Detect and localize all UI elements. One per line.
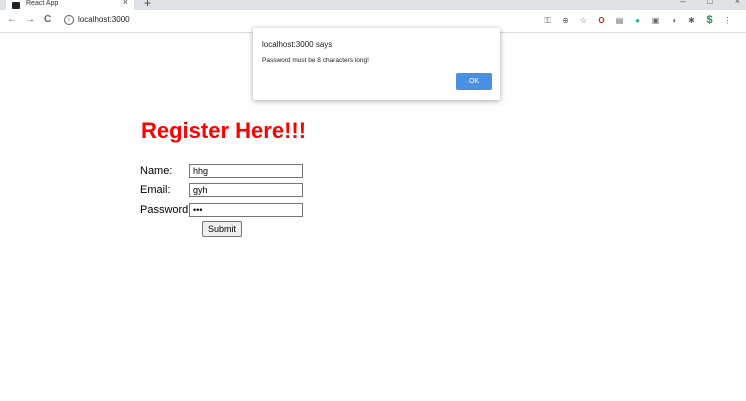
tab-strip: React App × + – □ × [0,0,746,10]
minimize-button[interactable]: – [680,0,685,6]
grammarly-icon[interactable]: ● [633,16,642,25]
reload-button[interactable]: C [44,14,51,25]
react-favicon-icon [12,1,20,9]
alert-dialog: localhost:3000 says Password must be 8 c… [253,28,500,100]
alert-title: localhost:3000 says [262,40,333,49]
opera-extension-icon[interactable]: O [597,16,606,25]
site-info-icon[interactable]: i [64,15,74,25]
key-icon[interactable]: ⚿ [543,16,552,25]
extensions-puzzle-icon[interactable]: ✱ [687,16,696,25]
window-controls: – □ × [680,0,740,6]
tab-title: React App [26,0,59,7]
name-label: Name: [140,165,173,177]
name-input[interactable] [189,164,303,178]
browser-menu-icon[interactable]: ⋮ [723,16,732,25]
password-label: Password: [140,204,192,216]
tab-close-button[interactable]: × [123,0,128,7]
reader-extension-icon[interactable]: ▤ [615,16,624,25]
alert-ok-button[interactable]: OK [456,73,492,90]
forward-button[interactable]: → [25,14,35,25]
extension-icons: ⚿ ⊕ ☆ O ▤ ● ▣ ◑ ✱ $ ⋮ [543,15,732,26]
close-window-button[interactable]: × [735,0,740,6]
zoom-icon[interactable]: ⊕ [561,16,570,25]
maximize-button[interactable]: □ [707,0,712,6]
dark-mode-extension-icon[interactable]: ◑ [669,16,678,25]
page-title: Register Here!!! [141,118,307,143]
browser-tab[interactable]: React App × [6,0,134,10]
new-tab-button[interactable]: + [144,0,151,10]
bookmark-star-icon[interactable]: ☆ [579,16,588,25]
screenshot-extension-icon[interactable]: ▣ [651,16,660,25]
password-input[interactable] [189,203,303,217]
submit-button[interactable]: Submit [202,221,242,237]
email-label: Email: [140,184,171,196]
back-button[interactable]: ← [7,14,17,25]
dollar-extension-icon[interactable]: $ [705,15,714,26]
address-bar[interactable]: i localhost:3000 ⚿ ⊕ ☆ O ▤ ● ▣ ◑ ✱ $ ⋮ [62,13,742,29]
email-input[interactable] [189,183,303,197]
url-text[interactable]: localhost:3000 [78,15,130,24]
alert-message: Password must be 8 characters long! [262,57,369,64]
